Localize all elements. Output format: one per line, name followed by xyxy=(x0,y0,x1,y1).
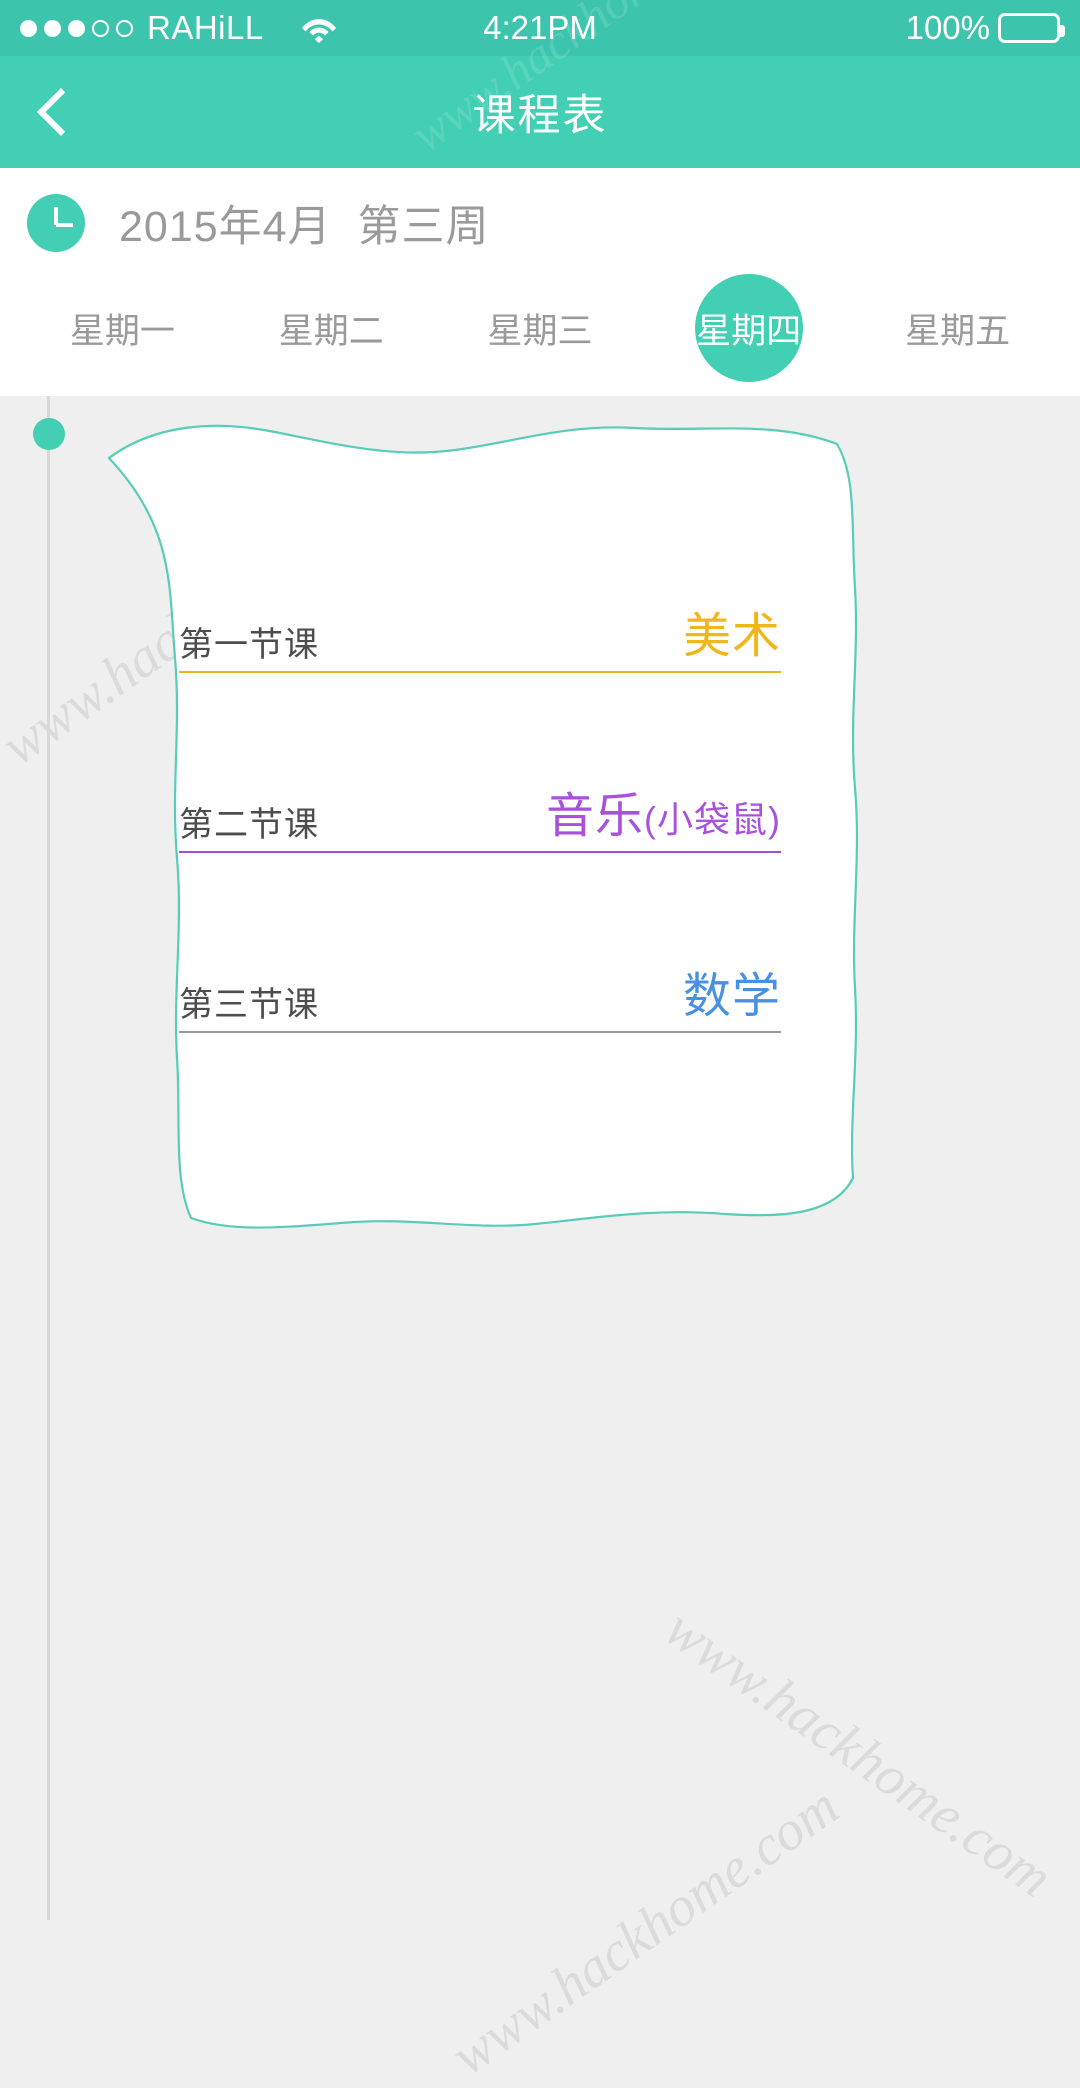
signal-dot-empty xyxy=(116,19,133,37)
page-title: 课程表 xyxy=(472,92,608,140)
wifi-icon xyxy=(300,13,338,43)
signal-dot-filled xyxy=(68,19,85,37)
tab-label: 星期一 xyxy=(69,311,175,351)
lesson-underline xyxy=(179,851,781,853)
tab-label: 星期四 xyxy=(696,311,802,351)
status-bar: RAHiLL 4:21PM 100% xyxy=(0,0,1080,56)
tab-thursday[interactable]: 星期四 xyxy=(644,274,853,382)
lesson-row[interactable]: 第二节课 音乐(小袋鼠) xyxy=(179,690,781,870)
clock-icon xyxy=(27,194,85,252)
tab-label: 星期五 xyxy=(905,311,1011,351)
battery-percent-label: 100% xyxy=(905,9,990,46)
date-line: 2015年4月 第三周 xyxy=(0,168,1080,254)
battery-icon xyxy=(998,13,1065,43)
lesson-period-label: 第一节课 xyxy=(179,626,319,664)
carrier-label: RAHiLL xyxy=(147,9,264,46)
signal-dot-empty xyxy=(92,19,109,37)
signal-dot-filled xyxy=(20,19,37,37)
tab-friday[interactable]: 星期五 xyxy=(853,276,1062,380)
tab-tuesday[interactable]: 星期二 xyxy=(227,276,436,380)
schedule-content: www.hackhome.com www.hackhome.com www.ha… xyxy=(0,396,1080,2088)
watermark-right: www.hackhome.com xyxy=(653,1596,1064,1910)
lesson-period-label: 第二节课 xyxy=(179,806,319,844)
lesson-list: 第一节课 美术 第二节课 音乐(小袋鼠) 第三节课 数学 xyxy=(95,418,865,1248)
tab-monday[interactable]: 星期一 xyxy=(18,276,227,380)
tab-label: 星期二 xyxy=(278,311,384,351)
status-bar-right: 100% xyxy=(905,9,1065,47)
lesson-underline xyxy=(179,671,781,673)
lesson-underline xyxy=(179,1031,781,1033)
timeline-dot xyxy=(33,418,65,450)
tab-label: 星期三 xyxy=(487,311,593,351)
lesson-subject-label: 数学 xyxy=(682,970,781,1023)
lesson-subject-label: 音乐(小袋鼠) xyxy=(546,790,781,843)
date-label: 2015年4月 第三周 xyxy=(119,203,490,251)
status-bar-left: RAHiLL xyxy=(20,9,338,47)
schedule-card: 第一节课 美术 第二节课 音乐(小袋鼠) 第三节课 数学 xyxy=(95,418,865,1248)
timeline-track xyxy=(47,396,50,1920)
week-header: 2015年4月 第三周 星期一 星期二 星期三 星期四 星期五 xyxy=(0,168,1080,396)
watermark-bottom: www.hackhome.com xyxy=(440,1775,850,2088)
nav-bar: www.hackhome.com 课程表 xyxy=(0,0,1080,168)
lesson-period-label: 第三节课 xyxy=(179,986,319,1024)
tab-wednesday[interactable]: 星期三 xyxy=(436,276,645,380)
signal-dot-filled xyxy=(44,19,61,37)
lesson-row[interactable]: 第三节课 数学 xyxy=(179,870,781,1050)
signal-strength-dots xyxy=(20,19,133,37)
lesson-subject-label: 美术 xyxy=(682,610,781,663)
lesson-row[interactable]: 第一节课 美术 xyxy=(179,510,781,690)
weekday-tabs: 星期一 星期二 星期三 星期四 星期五 xyxy=(0,274,1080,382)
